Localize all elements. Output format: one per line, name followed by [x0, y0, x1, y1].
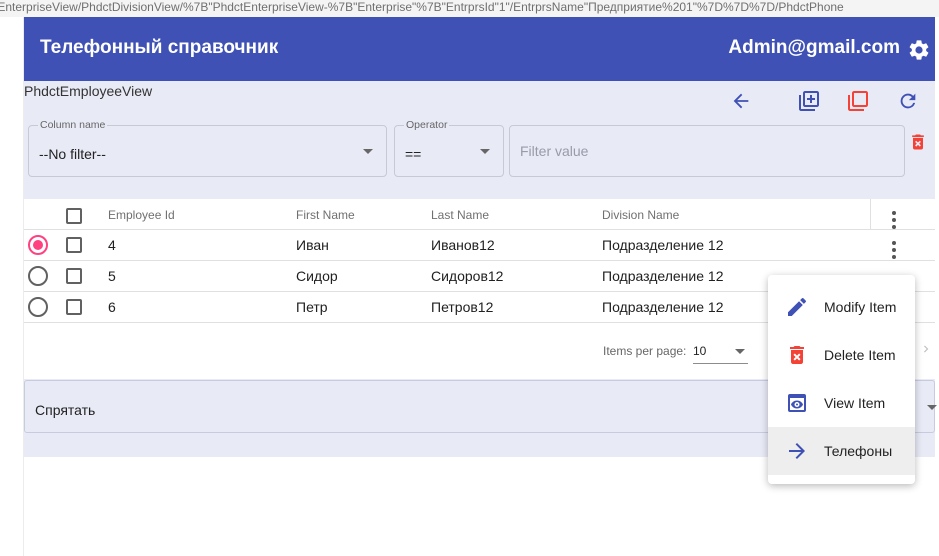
menu-item-modify[interactable]: Modify Item [768, 283, 915, 331]
clear-filter-button[interactable] [905, 128, 931, 156]
chevron-down-icon [363, 149, 373, 154]
column-divider [870, 199, 871, 229]
add-button[interactable] [795, 87, 823, 115]
row-checkbox[interactable] [66, 299, 82, 315]
cell-last-name: Сидоров12 [431, 268, 504, 284]
add-to-queue-icon [799, 91, 819, 111]
row-divider [24, 229, 935, 230]
copy-icon [848, 91, 868, 111]
cell-last-name: Иванов12 [431, 237, 495, 253]
arrow-back-icon [733, 93, 749, 109]
operator-select[interactable]: Operator == [394, 119, 504, 177]
refresh-button[interactable] [894, 87, 922, 115]
copy-button[interactable] [844, 87, 872, 115]
arrow-forward-icon [789, 443, 805, 459]
app-title: Телефонный справочник [40, 37, 279, 58]
cell-last-name: Петров12 [431, 299, 494, 315]
items-per-page-label: Items per page: [603, 344, 687, 358]
row-radio-selected[interactable] [28, 235, 48, 255]
chevron-down-icon [480, 149, 490, 154]
menu-item-label: Телефоны [824, 443, 893, 459]
url-text: tEnterpriseView/PhdctDivisionView/%7B"Ph… [0, 0, 844, 14]
column-header-first-name[interactable]: First Name [296, 208, 355, 222]
column-header-employee-id[interactable]: Employee Id [108, 208, 175, 222]
header-more-vert-icon[interactable] [892, 211, 896, 229]
column-name-select[interactable]: Column name --No filter-- [28, 119, 387, 177]
cell-division-name: Подразделение 12 [602, 268, 724, 284]
items-per-page-value[interactable]: 10 [693, 344, 706, 358]
cell-employee-id: 4 [108, 237, 116, 253]
refresh-icon [900, 93, 916, 109]
row-radio[interactable] [28, 266, 48, 286]
cell-first-name: Иван [296, 237, 329, 253]
cell-first-name: Сидор [296, 268, 338, 284]
select-all-checkbox[interactable] [66, 208, 82, 224]
view-name: PhdctEmployeeView [24, 83, 153, 99]
settings-gear-icon[interactable] [907, 38, 931, 62]
row-checkbox[interactable] [66, 237, 82, 253]
expansion-label: Спрятать [35, 402, 96, 418]
menu-item-delete[interactable]: Delete Item [768, 331, 915, 379]
cell-employee-id: 6 [108, 299, 116, 315]
menu-item-label: View Item [824, 395, 886, 411]
chevron-down-icon [927, 405, 937, 410]
next-page-icon[interactable] [919, 341, 933, 357]
operator-label: Operator [404, 119, 450, 131]
cell-first-name: Петр [296, 299, 328, 315]
column-header-division-name[interactable]: Division Name [602, 208, 679, 222]
cell-employee-id: 5 [108, 268, 116, 284]
column-header-last-name[interactable]: Last Name [431, 208, 489, 222]
cell-division-name: Подразделение 12 [602, 299, 724, 315]
column-name-value: --No filter-- [39, 146, 106, 162]
back-button[interactable] [727, 87, 755, 115]
column-name-label: Column name [38, 119, 108, 131]
edit-icon [788, 297, 807, 316]
items-per-page-underline [693, 363, 748, 364]
row-divider [24, 260, 935, 261]
row-more-vert-icon[interactable] [892, 241, 896, 259]
app-toolbar: Телефонный справочник Admin@gmail.com [24, 17, 935, 81]
row-context-menu: Modify Item Delete Item View Item Телефо… [768, 275, 915, 484]
delete-icon [912, 134, 924, 150]
browser-url-bar[interactable]: tEnterpriseView/PhdctDivisionView/%7B"Ph… [0, 0, 939, 17]
user-email[interactable]: Admin@gmail.com [728, 37, 900, 59]
row-radio[interactable] [28, 297, 48, 317]
menu-item-label: Modify Item [824, 299, 897, 315]
cell-division-name: Подразделение 12 [602, 237, 724, 253]
operator-value: == [405, 146, 422, 162]
filter-value-input[interactable]: Filter value [509, 125, 905, 177]
menu-item-view[interactable]: View Item [768, 379, 915, 427]
left-sidebar-edge [0, 17, 24, 556]
view-icon [788, 394, 806, 412]
chevron-down-icon[interactable] [735, 349, 745, 354]
menu-item-phones[interactable]: Телефоны [768, 427, 915, 475]
row-checkbox[interactable] [66, 268, 82, 284]
right-edge [935, 17, 939, 556]
menu-item-label: Delete Item [824, 347, 896, 363]
delete-icon [790, 346, 804, 364]
filter-value-placeholder: Filter value [520, 143, 589, 159]
